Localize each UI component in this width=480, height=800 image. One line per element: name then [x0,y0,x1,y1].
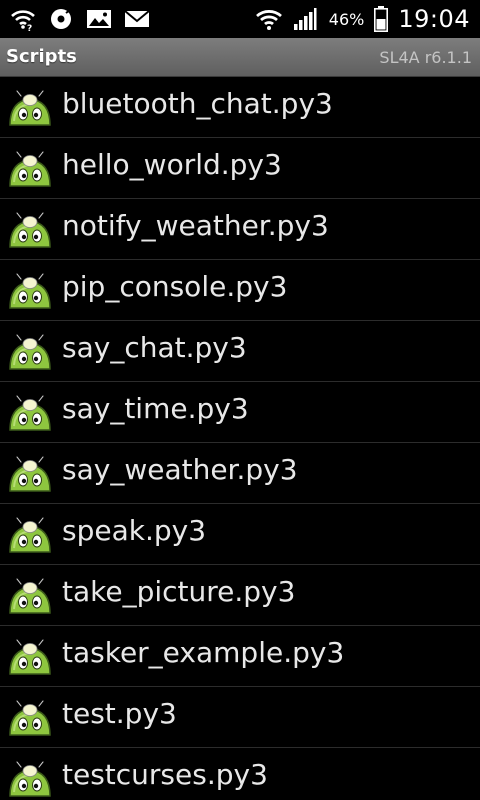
script-list-item[interactable]: say_time.py3 [0,382,480,443]
python-script-icon [6,758,54,800]
script-name: notify_weather.py3 [62,209,329,242]
script-name: say_time.py3 [62,392,249,425]
python-script-icon [6,392,54,434]
wifi-icon [255,6,283,32]
image-icon [86,8,112,30]
battery-percent: 46% [328,9,365,29]
script-name: speak.py3 [62,514,207,547]
title-bar: Scripts SL4A r6.1.1 [0,38,480,77]
python-script-icon [6,87,54,129]
script-name: bluetooth_chat.py3 [62,87,333,120]
script-list-item[interactable]: take_picture.py3 [0,565,480,626]
script-name: hello_world.py3 [62,148,282,181]
script-list-item[interactable]: say_weather.py3 [0,443,480,504]
script-list-item[interactable]: bluetooth_chat.py3 [0,77,480,138]
script-name: say_weather.py3 [62,453,298,486]
email-icon [124,8,150,30]
python-script-icon [6,331,54,373]
script-name: test.py3 [62,697,177,730]
script-list-item[interactable]: pip_console.py3 [0,260,480,321]
script-name: take_picture.py3 [62,575,296,608]
system-indicators: 46% 19:04 [255,2,470,36]
python-script-icon [6,453,54,495]
page-title: Scripts [6,46,77,67]
script-list: bluetooth_chat.py3 hello_world.py3 notif… [0,77,480,800]
python-script-icon [6,575,54,617]
script-name: pip_console.py3 [62,270,288,303]
battery-icon [374,6,389,32]
script-name: say_chat.py3 [62,331,247,364]
python-script-icon [6,636,54,678]
script-list-item[interactable]: say_chat.py3 [0,321,480,382]
script-list-item[interactable]: tasker_example.py3 [0,626,480,687]
script-list-item[interactable]: notify_weather.py3 [0,199,480,260]
version-label: SL4A r6.1.1 [379,48,472,67]
svg-text:?: ? [27,24,32,31]
script-name: testcurses.py3 [62,758,268,791]
script-list-item[interactable]: test.py3 [0,687,480,748]
script-list-item[interactable]: testcurses.py3 [0,748,480,800]
status-bar: ? 46% 19:04 [0,0,480,38]
script-list-item[interactable]: hello_world.py3 [0,138,480,199]
script-list-item[interactable]: speak.py3 [0,504,480,565]
cell-signal-icon [293,7,317,31]
python-script-icon [6,514,54,556]
python-script-icon [6,697,54,739]
python-script-icon [6,148,54,190]
screen: ? 46% 19:04 Scripts SL4A r6.1.1 bluetoot… [0,0,480,800]
notification-icons: ? [10,7,150,34]
clock: 19:04 [398,5,470,33]
python-script-icon [6,209,54,251]
wifi-signal-icon: ? [10,7,36,34]
script-name: tasker_example.py3 [62,636,345,669]
python-script-icon [6,270,54,312]
sync-icon [48,7,74,31]
